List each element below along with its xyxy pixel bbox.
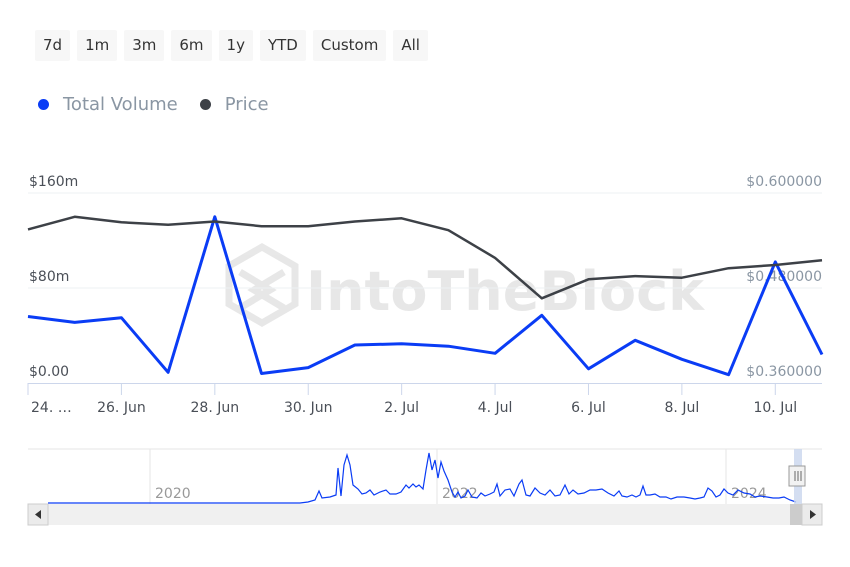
x-tick-label: 28. Jun bbox=[191, 400, 240, 416]
scrollbar-thumb[interactable] bbox=[790, 504, 802, 525]
y-right-tick-label: $0.600000 bbox=[746, 174, 822, 190]
x-tick-label: 10. Jul bbox=[753, 400, 797, 416]
intotheblock-logo-icon bbox=[225, 242, 299, 328]
scroll-left-button[interactable] bbox=[27, 503, 49, 526]
navigator-year-label: 2022 bbox=[442, 486, 478, 502]
y-left-tick-label: $80m bbox=[29, 269, 69, 285]
y-axis-left: $0.00 $80m $160m bbox=[29, 174, 78, 380]
x-tick-label: 2. Jul bbox=[384, 400, 419, 416]
watermark-text: IntoTheBlock bbox=[306, 260, 705, 323]
x-tick-label: 26. Jun bbox=[97, 400, 146, 416]
x-axis: 24. … 26. Jun 28. Jun 30. Jun 2. Jul 4. Jul 6.… bbox=[27, 383, 822, 416]
x-tick-label: 24. … bbox=[31, 400, 72, 416]
navigator-year-label: 2020 bbox=[155, 486, 191, 502]
navigator-year-labels: 2020 2022 2024 bbox=[149, 449, 767, 504]
x-tick-label: 4. Jul bbox=[478, 400, 513, 416]
navigator[interactable]: 2020 2022 2024 bbox=[28, 448, 822, 504]
chart-canvas: IntoTheBlock $0.00 $80m $160m $0.360000 $0.… bbox=[27, 174, 824, 526]
x-tick-label: 6. Jul bbox=[571, 400, 606, 416]
x-tick-label: 8. Jul bbox=[665, 400, 700, 416]
watermark: IntoTheBlock bbox=[225, 242, 705, 328]
y-right-tick-label: $0.360000 bbox=[746, 364, 822, 380]
navigator-handle[interactable] bbox=[788, 465, 806, 487]
x-tick-label: 30. Jun bbox=[284, 400, 333, 416]
scroll-right-button[interactable] bbox=[801, 503, 823, 526]
y-left-tick-label: $0.00 bbox=[29, 364, 69, 380]
scrollbar[interactable] bbox=[27, 503, 823, 526]
scrollbar-track[interactable] bbox=[28, 504, 822, 525]
y-left-tick-label: $160m bbox=[29, 174, 78, 190]
